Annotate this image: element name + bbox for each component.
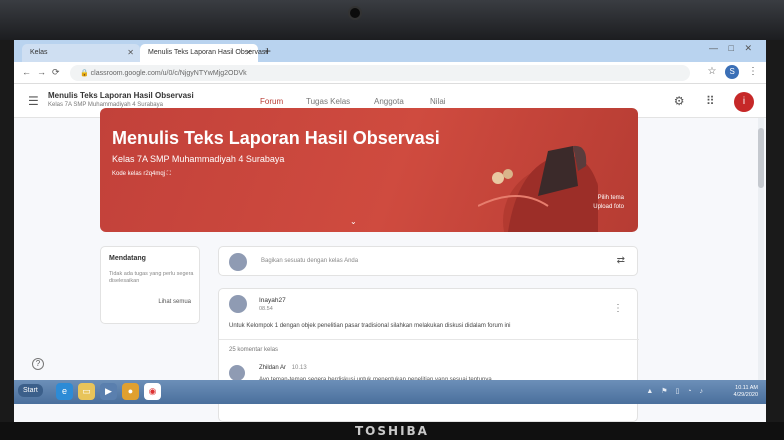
- divider: [219, 339, 639, 340]
- avatar: [229, 295, 247, 313]
- browser-tab-active[interactable]: Menulis Teks Laporan Hasil Observasi ✕: [140, 44, 267, 62]
- post-author: Inayah27: [259, 297, 286, 304]
- apps-grid-icon[interactable]: ⠿: [706, 94, 715, 108]
- brand-logo: TOSHIBA: [355, 424, 429, 438]
- browser-titlebar: Kelas ✕ Menulis Teks Laporan Hasil Obser…: [14, 40, 766, 62]
- class-code[interactable]: Kode kelas r2q4mqj ⛶: [112, 171, 171, 178]
- post-time: 08.54: [259, 306, 273, 312]
- repost-icon[interactable]: ⇄: [617, 255, 625, 266]
- view-all-link[interactable]: Lihat semua: [158, 299, 191, 305]
- select-theme-link[interactable]: Pilih tema: [593, 194, 624, 203]
- tab-tugas-kelas[interactable]: Tugas Kelas: [306, 97, 350, 106]
- comment-author-line: Zhildan Ar 10.13: [259, 365, 307, 371]
- post-text: Untuk Kelompok 1 dengan objek penelitian…: [229, 323, 511, 329]
- share-placeholder[interactable]: Bagikan sesuatu dengan kelas Anda: [261, 258, 358, 264]
- monitor-bezel-bottom: TOSHIBA: [0, 422, 784, 440]
- banner-actions: Pilih tema Upload foto: [593, 194, 624, 212]
- browser-tab-kelas[interactable]: Kelas ✕: [22, 44, 140, 62]
- window-controls[interactable]: — □ ✕: [709, 43, 756, 54]
- comment-author: Zhildan Ar: [259, 365, 287, 371]
- tab-label: Kelas: [30, 49, 48, 56]
- clock[interactable]: 10.11 AM 4/29/2020: [734, 385, 758, 399]
- upcoming-title: Mendatang: [109, 255, 146, 262]
- toolbar-right: ☆ S ⋮: [707, 65, 758, 79]
- chevron-down-icon[interactable]: ⌄: [350, 217, 357, 226]
- close-tab-icon[interactable]: ✕: [127, 48, 134, 57]
- close-tab-icon[interactable]: ✕: [245, 48, 252, 57]
- folder-icon[interactable]: ▭: [78, 383, 95, 400]
- screen: Kelas ✕ Menulis Teks Laporan Hasil Obser…: [14, 40, 766, 422]
- tab-anggota[interactable]: Anggota: [374, 97, 404, 106]
- upload-photo-link[interactable]: Upload foto: [593, 203, 624, 212]
- comments-count-link[interactable]: 25 komentar kelas: [229, 347, 278, 353]
- lock-icon: 🔒: [80, 70, 91, 77]
- start-button[interactable]: Start: [18, 384, 43, 397]
- webcam-icon: [348, 6, 362, 20]
- media-player-icon[interactable]: ▶: [100, 383, 117, 400]
- banner-subtitle: Kelas 7A SMP Muhammadiyah 4 Surabaya: [112, 154, 285, 164]
- profile-avatar[interactable]: S: [725, 65, 740, 79]
- ie-icon[interactable]: e: [56, 383, 73, 400]
- help-icon[interactable]: ?: [32, 358, 44, 370]
- share-box[interactable]: Bagikan sesuatu dengan kelas Anda ⇄: [218, 246, 638, 276]
- banner-title: Menulis Teks Laporan Hasil Observasi: [112, 128, 440, 148]
- hamburger-menu-icon[interactable]: ☰: [28, 94, 39, 108]
- menu-dots-icon[interactable]: ⋮: [748, 66, 758, 77]
- star-icon[interactable]: ☆: [707, 66, 716, 77]
- clock-date: 4/29/2020: [733, 392, 758, 398]
- scrollbar[interactable]: [758, 118, 764, 380]
- system-tray-icons[interactable]: ▲ ⚑ ▯ ◔ ♪: [646, 387, 706, 395]
- comment-time: 10.13: [291, 365, 307, 371]
- tab-nilai[interactable]: Nilai: [430, 97, 446, 106]
- more-options-icon[interactable]: ⋮: [613, 303, 623, 314]
- account-avatar[interactable]: i: [734, 92, 754, 112]
- class-name[interactable]: Menulis Teks Laporan Hasil Observasi: [48, 91, 194, 100]
- class-banner: Menulis Teks Laporan Hasil Observasi Kel…: [100, 108, 638, 232]
- gear-icon[interactable]: ⚙: [674, 94, 685, 108]
- avatar: [229, 253, 247, 271]
- os-taskbar: Start e ▭ ▶ ● ◉ ▲ ⚑ ▯ ◔ ♪ 10.11 AM 4/29/…: [14, 380, 766, 404]
- upcoming-empty-text: Tidak ada tugas yang perlu segera disele…: [109, 271, 194, 284]
- monitor-bezel-top: [0, 0, 784, 40]
- upcoming-card: Mendatang Tidak ada tugas yang perlu seg…: [100, 246, 200, 324]
- address-bar[interactable]: 🔒 classroom.google.com/u/0/c/NjgyNTYwMjg…: [70, 65, 690, 81]
- url-text: classroom.google.com/u/0/c/NjgyNTYwMjg2O…: [90, 70, 247, 77]
- browser-toolbar: ←→⟳ 🔒 classroom.google.com/u/0/c/NjgyNTY…: [14, 62, 766, 84]
- scroll-thumb[interactable]: [758, 128, 764, 188]
- appbar-icons: ⚙ ⠿ i: [674, 92, 754, 112]
- new-tab-button[interactable]: +: [264, 44, 271, 58]
- banner-illustration: [478, 145, 598, 232]
- app-icon[interactable]: ●: [122, 383, 139, 400]
- clock-time: 10.11 AM: [735, 385, 758, 391]
- navigation-buttons[interactable]: ←→⟳: [22, 67, 66, 78]
- avatar: [229, 365, 245, 381]
- chrome-icon[interactable]: ◉: [144, 383, 161, 400]
